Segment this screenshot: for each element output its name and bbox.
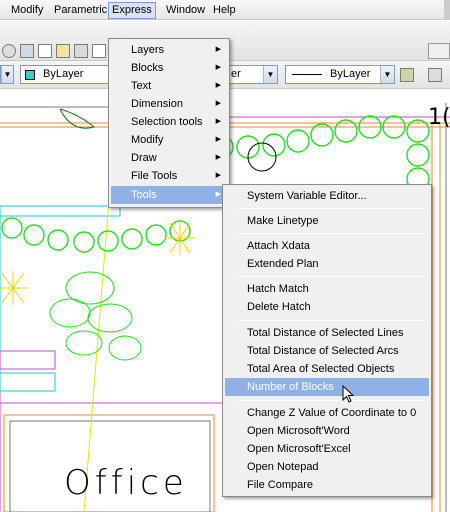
express-item-selection-tools[interactable]: Selection tools ▶ xyxy=(111,113,227,131)
express-item-layers[interactable]: Layers ▶ xyxy=(111,41,227,59)
menu-bar: Modify Parametric Express Window Help xyxy=(0,0,450,20)
express-item-dimension[interactable]: Dimension ▶ xyxy=(111,95,227,113)
box-3d-icon[interactable] xyxy=(428,68,442,82)
tools-item-attach-xdata[interactable]: Attach Xdata xyxy=(225,237,429,255)
menu-parametric[interactable]: Parametric xyxy=(51,3,110,18)
chevron-right-icon: ▶ xyxy=(215,118,221,125)
chevron-down-icon: ▼ xyxy=(263,66,277,83)
toolbar-combo-stub[interactable] xyxy=(428,43,450,59)
corner-dimension-text: 1( xyxy=(428,105,450,130)
express-item-modify[interactable]: Modify ▶ xyxy=(111,131,227,149)
window-edge xyxy=(444,0,450,20)
zoom-icon[interactable] xyxy=(2,44,16,58)
lineweight-combo[interactable]: er ▼ xyxy=(228,65,278,84)
chevron-right-icon: ▶ xyxy=(215,172,221,179)
hand-icon[interactable] xyxy=(20,44,34,58)
line-sample xyxy=(292,74,322,75)
linetype-combo[interactable]: ByLayer ▼ xyxy=(285,65,395,84)
table-icon[interactable] xyxy=(38,44,52,58)
express-item-file-tools[interactable]: File Tools ▶ xyxy=(111,167,227,185)
menu-help[interactable]: Help xyxy=(210,3,239,18)
chevron-right-icon: ▶ xyxy=(215,191,221,198)
chevron-right-icon: ▶ xyxy=(215,136,221,143)
menu-separator xyxy=(237,276,425,277)
tools-item-make-linetype[interactable]: Make Linetype xyxy=(225,212,429,230)
express-item-tools[interactable]: Tools ▶ xyxy=(111,186,227,204)
document-icon[interactable] xyxy=(92,44,106,58)
menu-separator xyxy=(237,320,425,321)
express-item-draw[interactable]: Draw ▶ xyxy=(111,149,227,167)
chevron-right-icon: ▶ xyxy=(215,64,221,71)
folder-icon[interactable] xyxy=(56,44,70,58)
menu-window[interactable]: Window xyxy=(163,3,208,18)
tools-item-open-word[interactable]: Open Microsoft'Word xyxy=(225,422,429,440)
tools-item-extended-plan[interactable]: Extended Plan xyxy=(225,255,429,273)
tools-item-file-compare[interactable]: File Compare xyxy=(225,476,429,494)
tools-item-system-variable-editor[interactable]: System Variable Editor... xyxy=(225,187,429,205)
properties-icon[interactable] xyxy=(400,68,414,82)
office-label: Office xyxy=(64,463,188,503)
tools-item-open-excel[interactable]: Open Microsoft'Excel xyxy=(225,440,429,458)
chevron-right-icon: ▶ xyxy=(215,100,221,107)
chevron-right-icon: ▶ xyxy=(215,154,221,161)
express-item-blocks[interactable]: Blocks ▶ xyxy=(111,59,227,77)
left-combo-arrow[interactable]: ▼ xyxy=(0,65,14,84)
tools-item-total-distance-lines[interactable]: Total Distance of Selected Lines xyxy=(225,324,429,342)
chevron-right-icon: ▶ xyxy=(215,46,221,53)
chevron-down-icon: ▼ xyxy=(380,66,394,83)
tools-item-number-of-blocks[interactable]: Number of Blocks xyxy=(225,378,429,396)
express-menu: Layers ▶ Blocks ▶ Text ▶ Dimension ▶ Selecti… xyxy=(108,38,230,208)
tools-item-hatch-match[interactable]: Hatch Match xyxy=(225,280,429,298)
color-swatch xyxy=(25,70,35,80)
mouse-cursor-icon xyxy=(342,385,355,403)
menu-modify[interactable]: Modify xyxy=(8,3,46,18)
chevron-right-icon: ▶ xyxy=(215,82,221,89)
menu-express[interactable]: Express xyxy=(108,2,156,19)
menu-separator xyxy=(237,233,425,234)
tools-item-open-notepad[interactable]: Open Notepad xyxy=(225,458,429,476)
tools-item-total-area-objects[interactable]: Total Area of Selected Objects xyxy=(225,360,429,378)
menu-separator xyxy=(237,208,425,209)
menu-separator xyxy=(237,400,425,401)
tools-item-delete-hatch[interactable]: Delete Hatch xyxy=(225,298,429,316)
tools-item-total-distance-arcs[interactable]: Total Distance of Selected Arcs xyxy=(225,342,429,360)
tools-item-change-z-value[interactable]: Change Z Value of Coordinate to 0 xyxy=(225,404,429,422)
calculator-icon[interactable] xyxy=(74,44,88,58)
tools-submenu: System Variable Editor... Make Linetype … xyxy=(222,184,432,497)
express-item-text[interactable]: Text ▶ xyxy=(111,77,227,95)
